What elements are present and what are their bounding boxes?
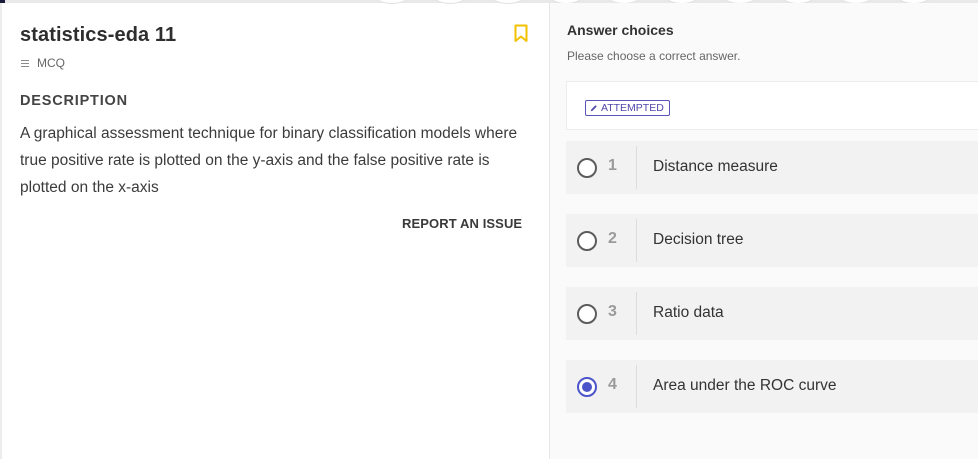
radio-button-selected[interactable] [577, 377, 597, 397]
option-divider [636, 292, 637, 335]
pencil-icon [590, 105, 597, 112]
answer-option-3[interactable]: 3 Ratio data [566, 287, 978, 340]
answer-pane: Answer choices Please choose a correct a… [550, 3, 978, 459]
answer-instructions: Please choose a correct answer. [567, 49, 741, 63]
bookmark-icon[interactable] [514, 24, 528, 43]
question-type-label: MCQ [37, 56, 65, 70]
question-title: statistics-eda 11 [20, 24, 177, 46]
radio-dot [582, 382, 592, 392]
report-issue-link[interactable]: REPORT AN ISSUE [402, 216, 522, 231]
option-number: 2 [608, 230, 617, 247]
option-divider [636, 219, 637, 262]
question-type: MCQ [21, 56, 65, 70]
option-number: 1 [608, 157, 617, 174]
list-icon [21, 58, 29, 69]
option-divider [636, 365, 637, 408]
answer-option-1[interactable]: 1 Distance measure [566, 141, 978, 194]
question-description: A graphical assessment technique for bin… [20, 125, 518, 196]
status-card: ATTEMPTED [566, 81, 978, 130]
answer-option-2[interactable]: 2 Decision tree [566, 214, 978, 267]
option-number: 4 [608, 376, 617, 393]
option-text: Decision tree [653, 231, 744, 248]
radio-button[interactable] [577, 231, 597, 251]
option-text: Ratio data [653, 304, 724, 321]
question-pane: statistics-eda 11 MCQ DESCRIPTION A grap… [2, 3, 550, 459]
option-divider [636, 146, 637, 189]
answer-choices-heading: Answer choices [567, 22, 674, 38]
answer-option-4[interactable]: 4 Area under the ROC curve [566, 360, 978, 413]
option-number: 3 [608, 303, 617, 320]
radio-button[interactable] [577, 304, 597, 324]
status-badge-label: ATTEMPTED [601, 102, 664, 114]
radio-button[interactable] [577, 158, 597, 178]
option-text: Area under the ROC curve [653, 377, 837, 394]
status-badge: ATTEMPTED [585, 100, 670, 116]
option-text: Distance measure [653, 158, 778, 175]
description-heading: DESCRIPTION [20, 93, 128, 109]
